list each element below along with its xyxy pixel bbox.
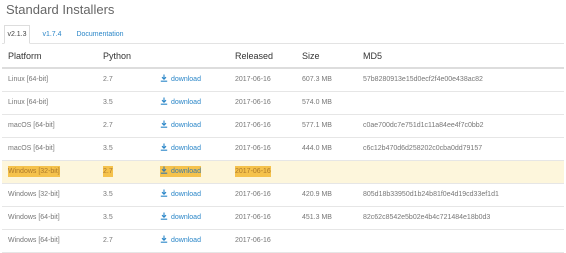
table-row: macOS [64-bit] 2.7 download 2017-06-16 577.1… [2, 115, 564, 138]
release-date-cell: 2017-06-16 [235, 145, 271, 152]
download-link[interactable]: download [160, 189, 201, 200]
table-row: macOS [64-bit] 3.5 download 2017-06-16 444.0… [2, 138, 564, 161]
download-arrow-icon [160, 120, 168, 128]
download-link-label: download [171, 122, 201, 129]
page-title: Standard Installers [6, 2, 115, 17]
download-arrow-icon [160, 143, 168, 151]
column-header-size: Size [302, 51, 320, 61]
tab-v1-7-4[interactable]: v1.7.4 [40, 26, 64, 43]
file-size-cell: 574.0 MB [302, 99, 332, 106]
column-header-md5: MD5 [363, 51, 383, 61]
python-version-cell: 3.5 [103, 99, 113, 106]
platform-cell: Windows [64-bit] [8, 214, 60, 221]
column-header-platform: Platform [8, 51, 42, 61]
platform-cell: Windows [64-bit] [8, 237, 60, 244]
download-link-label: download [171, 145, 201, 152]
python-version-cell: 2.7 [103, 166, 113, 177]
platform-cell: Windows [32-bit] [8, 166, 60, 177]
download-link-label: download [171, 99, 201, 106]
file-size-cell: 607.3 MB [302, 76, 332, 83]
column-header-python: Python [103, 51, 132, 61]
md5-hash-cell: 82c62c8542e5b02e4b4c721484e18b0d3 [363, 214, 491, 221]
md5-hash-cell: c6c12b470d6d258202c0cba0dd79157 [363, 145, 483, 152]
table-row: Windows [64-bit] 2.7 download 2017-06-16 [2, 230, 564, 253]
download-link-label: download [171, 76, 201, 83]
table-row: Windows [64-bit] 3.5 download 2017-06-16 451… [2, 207, 564, 230]
release-date-cell: 2017-06-16 [235, 99, 271, 106]
table-header: Platform Python Released Size MD5 [2, 45, 564, 69]
table-row: Windows [32-bit] 2.7 download 2017-06-16 [2, 161, 564, 184]
download-link[interactable]: download [160, 166, 201, 177]
table-row: Linux [64-bit] 2.7 download 2017-06-16 607.3… [2, 69, 564, 92]
download-link-label: download [171, 237, 201, 244]
download-link[interactable]: download [160, 235, 201, 246]
download-link-label: download [171, 214, 201, 221]
download-link-label: download [171, 191, 201, 198]
download-link[interactable]: download [160, 74, 201, 85]
column-header-released: Released [235, 51, 274, 61]
tab-v2-1-3[interactable]: v2.1.3 [4, 25, 30, 44]
platform-cell: Linux [64-bit] [8, 76, 49, 83]
platform-cell: macOS [64-bit] [8, 145, 55, 152]
python-version-cell: 2.7 [103, 76, 113, 83]
download-link[interactable]: download [160, 143, 201, 154]
platform-cell: Windows [32-bit] [8, 191, 60, 198]
release-date-cell: 2017-06-16 [235, 191, 271, 198]
release-date-cell: 2017-06-16 [235, 166, 271, 177]
platform-cell: Linux [64-bit] [8, 99, 49, 106]
python-version-cell: 3.5 [103, 214, 113, 221]
download-arrow-icon [160, 74, 168, 82]
download-arrow-icon [160, 166, 168, 174]
release-date-cell: 2017-06-16 [235, 122, 271, 129]
version-tabs: v2.1.3 v1.7.4 Documentation [2, 22, 564, 44]
file-size-cell: 444.0 MB [302, 145, 332, 152]
installers-table: Linux [64-bit] 2.7 download 2017-06-16 607.3… [2, 69, 564, 253]
file-size-cell: 420.9 MB [302, 191, 332, 198]
platform-cell: macOS [64-bit] [8, 122, 55, 129]
download-link[interactable]: download [160, 120, 201, 131]
file-size-cell: 577.1 MB [302, 122, 332, 129]
download-link[interactable]: download [160, 212, 201, 223]
release-date-cell: 2017-06-16 [235, 214, 271, 221]
download-arrow-icon [160, 212, 168, 220]
md5-hash-cell: c0ae700dc7e751d1c11a84ee4f7c0bb2 [363, 122, 484, 129]
python-version-cell: 2.7 [103, 237, 113, 244]
md5-hash-cell: 57b8280913e15d0ecf2f4e00e438ac82 [363, 76, 483, 83]
tab-documentation[interactable]: Documentation [75, 26, 125, 43]
python-version-cell: 2.7 [103, 122, 113, 129]
table-row: Windows [32-bit] 3.5 download 2017-06-16 420… [2, 184, 564, 207]
table-row: Linux [64-bit] 3.5 download 2017-06-16 574.0… [2, 92, 564, 115]
file-size-cell: 451.3 MB [302, 214, 332, 221]
python-version-cell: 3.5 [103, 191, 113, 198]
md5-hash-cell: 805d18b33950d1b24b81f0e4d19cd33ef1d1 [363, 191, 499, 198]
download-arrow-icon [160, 189, 168, 197]
download-arrow-icon [160, 235, 168, 243]
python-version-cell: 3.5 [103, 145, 113, 152]
download-link-label: download [171, 168, 201, 175]
download-arrow-icon [160, 97, 168, 105]
release-date-cell: 2017-06-16 [235, 76, 271, 83]
download-link[interactable]: download [160, 97, 201, 108]
release-date-cell: 2017-06-16 [235, 237, 271, 244]
